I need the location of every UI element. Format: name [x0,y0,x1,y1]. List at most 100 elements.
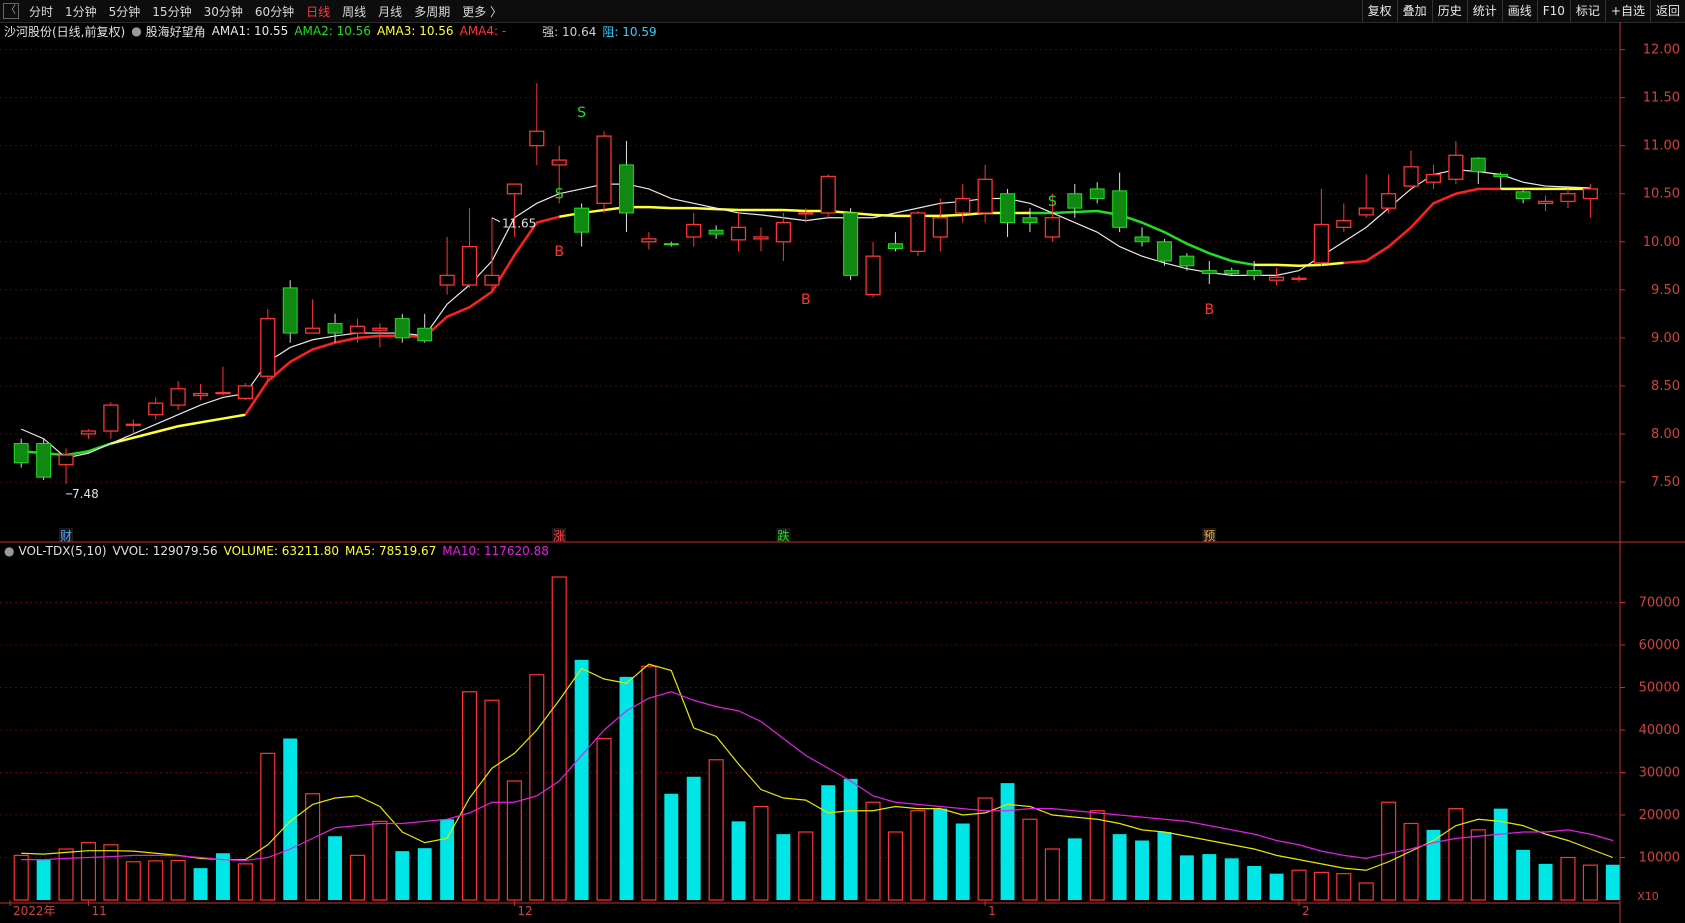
candle-body-up [775,221,791,243]
volume-bar-up [1313,871,1329,901]
ama-line-yellow [110,413,246,445]
collapse-icon[interactable]: 〈 [3,3,19,19]
volume-bar-down [821,785,836,900]
candle-body-down [708,229,724,235]
date-label: 2 [1302,904,1310,918]
indicator-toggle-icon[interactable]: ● [131,24,141,38]
period-tab-10[interactable]: 更多 〉 [456,3,508,20]
volume-bar-up [551,576,567,901]
price-tick-label: 10.00 [1643,235,1680,250]
volume-bar-down [328,836,342,900]
candle-body-up [1381,193,1397,209]
candle-body-up [686,223,702,238]
period-tabs: 分时 1分钟 5分钟 15分钟 30分钟 60分钟 日线 周线 月线 多周期 更多 〉 [23,3,508,20]
ama-line-yellow [1254,261,1344,268]
volume-bar-down [1202,854,1217,900]
candle-body-down [888,243,903,249]
kline-chart[interactable]: 12.00 11.50 11.00 10.50 10.00 9.50 9.00 8.50 8.0… [0,0,1685,923]
volume-bar-down [1224,858,1239,900]
period-tab-7[interactable]: 周线 [336,3,372,20]
event-marker: 跌 [777,528,789,543]
volume-bar-up [461,691,478,901]
volume-bar-up [148,860,164,901]
event-marker-bg [552,528,567,542]
period-tab-9[interactable]: 多周期 [408,3,456,20]
tool-button-1[interactable]: 叠加 [1396,0,1432,22]
volume-bar-down [395,851,410,900]
candle-body-up [1044,217,1060,238]
volume-bar-down [216,853,230,900]
ama-lines [20,169,1591,459]
candle-body-up [798,212,814,215]
candle-body-down [1157,241,1172,262]
volume-bar-up [753,805,769,901]
price-grid [0,49,1620,483]
ama-line-yellow [558,205,1030,219]
volume-bar-up [1022,818,1038,901]
price-tick-label: 8.00 [1651,427,1680,442]
tool-button-4[interactable]: 画线 [1501,0,1537,22]
volume-bar-down [417,848,432,900]
ma10-value: MA10: 117620.88 [442,544,549,558]
period-tab-5[interactable]: 60分钟 [249,3,300,20]
tool-button-6[interactable]: 标记 [1569,0,1605,22]
period-tab-4[interactable]: 30分钟 [198,3,249,20]
date-label: 1 [988,904,996,918]
candle-body-up [125,423,141,426]
period-tab-2[interactable]: 5分钟 [103,3,147,20]
volume-bar-up [1582,864,1598,901]
ama1-value: AMA1: 10.55 [211,24,289,38]
volume-indicator-name: VOL-TDX(5,10) [18,544,107,558]
candle-body-down [1134,236,1150,243]
volume-tick-label: 50000 [1639,681,1680,696]
tool-button-8[interactable]: 返回 [1649,0,1685,22]
volume-bar-up [305,793,321,901]
ama-line-red [244,215,560,416]
period-tab-0[interactable]: 分时 [23,3,59,20]
candle-body-up [1582,188,1598,200]
period-tab-1[interactable]: 1分钟 [59,3,103,20]
volume-bar-up [865,801,881,901]
candle-body-up [730,226,747,241]
volume-tick-label: 60000 [1639,638,1680,653]
candle-body-up [1537,200,1554,204]
volume-bar-up [798,831,814,901]
candle-body-up [753,236,769,240]
volume-bar-up [372,820,388,901]
period-tab-8[interactable]: 月线 [372,3,408,20]
volume-toggle-icon[interactable]: ● [4,544,14,558]
tool-button-3[interactable]: 统计 [1466,0,1502,22]
ma5-value: MA5: 78519.67 [344,544,437,558]
candle-body-down [1470,157,1486,173]
vvol-value: VVOL: 129079.56 [112,544,218,558]
volume-tick-label: 70000 [1639,596,1680,611]
tool-button-5[interactable]: F10 [1536,0,1570,22]
tool-button-7[interactable]: +自选 [1604,0,1650,22]
period-tab-6[interactable]: 日线 [300,3,336,20]
volume-bar-down [283,738,298,900]
ama3-value: AMA3: 10.56 [376,24,454,38]
volume-unit-label: X10 [1637,890,1659,903]
price-tick-label: 7.50 [1651,475,1680,490]
candles [13,83,1598,484]
tool-button-2[interactable]: 历史 [1431,0,1467,22]
volume-tick-label: 40000 [1639,723,1680,738]
volume-bar-down [1247,866,1262,900]
ma10-line [21,691,1613,862]
volume-bar-up [1044,848,1060,901]
volume-bar-down [686,776,701,900]
candle-body-up [1403,166,1419,187]
volume-axis: 70000 60000 50000 40000 30000 20000 10000 X10 [1620,596,1680,903]
price-annotations: 11.65 7.48 S S B B S B 财 涨 跌 预 [59,105,1217,543]
volume-bar-up [1381,801,1397,901]
tool-buttons: 复权 叠加 历史 统计 画线 F10 标记 +自选 返回 [1361,0,1685,22]
candle-body-down [663,243,679,246]
volume-bar-up [1403,822,1419,901]
period-tab-3[interactable]: 15分钟 [146,3,197,20]
tool-button-0[interactable]: 复权 [1361,0,1397,22]
candle-body-up [170,388,186,406]
volume-bar-up [484,699,500,901]
volume-bar-down [1112,834,1127,900]
volume-bar-down [1538,863,1553,900]
chart-frame [0,22,1685,923]
